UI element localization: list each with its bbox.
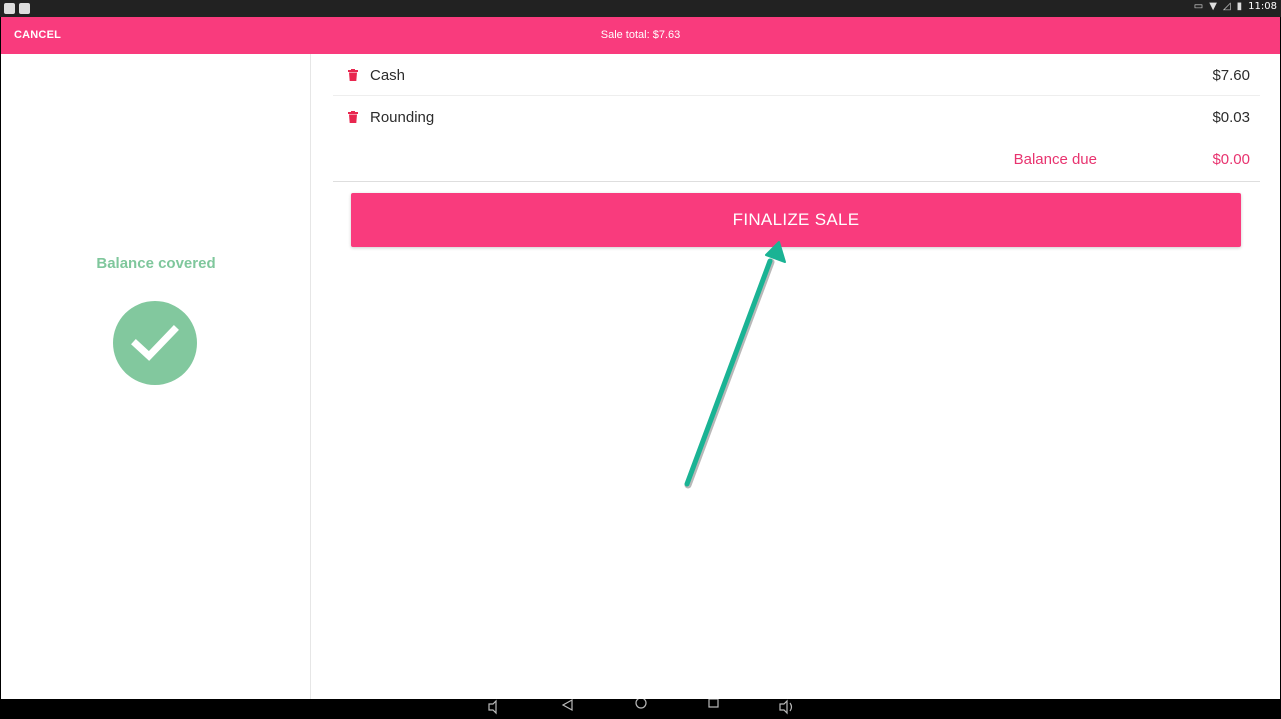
wifi-icon: ▼ bbox=[1209, 1, 1217, 12]
payment-label: Cash bbox=[370, 67, 406, 84]
cast-icon: ▭ bbox=[1193, 1, 1204, 12]
trash-icon[interactable] bbox=[348, 69, 358, 81]
payment-label: Rounding bbox=[370, 109, 435, 126]
volume-down-icon[interactable] bbox=[485, 699, 505, 719]
balance-due-label: Balance due bbox=[1013, 151, 1097, 168]
volume-up-icon[interactable] bbox=[778, 699, 798, 719]
status-bar-right: ▭ ▼ ◿ ▮ 11:08 bbox=[1194, 1, 1277, 12]
trash-icon[interactable] bbox=[348, 111, 358, 123]
status-bar: ▭ ▼ ◿ ▮ 11:08 bbox=[0, 0, 1281, 17]
status-time: 11:08 bbox=[1248, 1, 1277, 12]
balance-covered-text: Balance covered bbox=[96, 255, 216, 272]
app-notification-icon bbox=[4, 3, 15, 14]
mail-icon bbox=[19, 3, 30, 14]
checkmark-icon bbox=[131, 325, 179, 361]
payment-row-cash: Cash $7.60 bbox=[333, 54, 1260, 96]
check-circle-icon bbox=[113, 301, 197, 385]
home-icon[interactable] bbox=[631, 699, 651, 719]
balance-due-row: Balance due $0.00 bbox=[333, 138, 1260, 180]
sale-total: Sale total: $7.63 bbox=[600, 29, 681, 41]
app-bar: CANCEL Sale total: $7.63 bbox=[1, 17, 1280, 54]
payment-list-panel: Cash $7.60 Rounding $0.03 Balance due $0… bbox=[312, 54, 1280, 699]
navigation-bar bbox=[0, 699, 1281, 719]
status-bar-left bbox=[4, 3, 30, 14]
finalize-sale-button[interactable]: FINALIZE SALE bbox=[351, 193, 1241, 247]
signal-icon: ◿ bbox=[1222, 1, 1231, 12]
recents-icon[interactable] bbox=[704, 699, 724, 719]
back-icon[interactable] bbox=[559, 699, 579, 719]
payment-amount: $7.60 bbox=[1212, 67, 1250, 84]
balance-due-amount: $0.00 bbox=[1212, 151, 1250, 168]
divider bbox=[333, 181, 1260, 182]
payment-status-panel: Balance covered bbox=[1, 54, 311, 699]
battery-icon: ▮ bbox=[1236, 1, 1243, 12]
payment-row-rounding: Rounding $0.03 bbox=[333, 96, 1260, 138]
payment-amount: $0.03 bbox=[1212, 109, 1250, 126]
payment-screen: Balance covered Cash $7.60 Rounding $0.0… bbox=[1, 54, 1280, 699]
